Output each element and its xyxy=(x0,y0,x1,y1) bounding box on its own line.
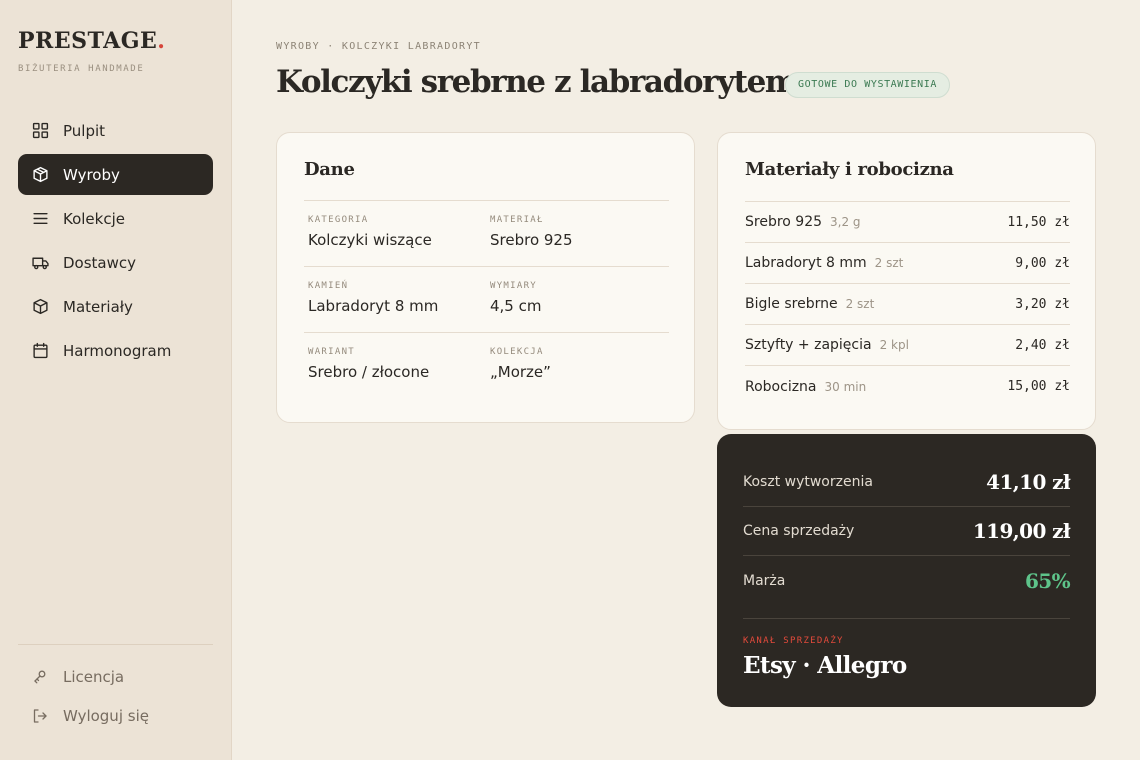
material-qty: 30 min xyxy=(824,379,867,394)
material-price: 3,20 zł xyxy=(1015,296,1070,312)
details-card-title: Dane xyxy=(304,159,355,180)
calendar-icon xyxy=(33,342,48,359)
summary-row-margin: Marża 65% xyxy=(743,556,1071,605)
detail-material: MATERIAŁ Srebro 925 xyxy=(486,201,668,266)
summary-value: 119,00 zł xyxy=(972,519,1071,543)
channel-value: Etsy · Allegro xyxy=(743,652,907,679)
sidebar-item-licencja[interactable]: Licencja xyxy=(18,658,213,696)
detail-kolekcja: KOLEKCJA „Morze” xyxy=(486,333,668,399)
material-price: 9,00 zł xyxy=(1015,255,1070,271)
detail-label: KOLEKCJA xyxy=(490,347,544,357)
material-price: 15,00 zł xyxy=(1007,379,1070,394)
brand-logo[interactable]: PRESTAGE. xyxy=(18,28,165,54)
materials-card-title: Materiały i robocizna xyxy=(745,159,954,180)
sidebar-item-label: Kolekcje xyxy=(63,209,125,228)
list-item: Robocizna 30 min 15,00 zł xyxy=(745,366,1070,407)
package-icon xyxy=(33,166,48,183)
material-name: Robocizna xyxy=(745,378,817,395)
summary-label: Cena sprzedaży xyxy=(743,523,855,539)
list-item: Labradoryt 8 mm 2 szt 9,00 zł xyxy=(745,243,1070,284)
cube-icon xyxy=(33,298,48,315)
list-item: Srebro 925 3,2 g 11,50 zł xyxy=(745,202,1070,243)
summary-value: 41,10 zł xyxy=(986,470,1070,494)
sidebar-item-label: Licencja xyxy=(63,668,125,686)
summary-divider xyxy=(743,618,1070,619)
summary-label: Marża xyxy=(743,572,786,589)
material-name-cell: Labradoryt 8 mm 2 szt xyxy=(745,255,903,271)
sidebar-item-pulpit[interactable]: Pulpit xyxy=(18,110,213,151)
material-name-cell: Robocizna 30 min xyxy=(745,379,866,395)
detail-value: Srebro 925 xyxy=(490,231,573,249)
material-name: Srebro 925 xyxy=(745,214,823,230)
summary-value: 65% xyxy=(1024,568,1071,593)
channel-label: KANAŁ SPRZEDAŻY xyxy=(743,636,844,646)
detail-kategoria: KATEGORIA Kolczyki wiszące xyxy=(304,201,486,266)
material-qty: 2 szt xyxy=(845,297,875,311)
detail-label: KAMIEŃ xyxy=(308,281,349,291)
sidebar-divider xyxy=(18,644,213,645)
grid-icon xyxy=(32,122,49,139)
detail-label: WYMIARY xyxy=(490,281,538,291)
status-badge: GOTOWE DO WYSTAWIENIA xyxy=(785,72,951,98)
sidebar-item-label: Dostawcy xyxy=(63,253,137,272)
breadcrumb[interactable]: WYROBY · KOLCZYKI LABRADORYT xyxy=(276,41,481,52)
material-price: 11,50 zł xyxy=(1007,214,1070,230)
material-name: Bigle srebrne xyxy=(745,296,838,312)
material-name-cell: Sztyfty + zapięcia 2 kpl xyxy=(745,337,909,353)
sidebar-item-dostawcy[interactable]: Dostawcy xyxy=(18,242,213,283)
sidebar-item-label: Wyroby xyxy=(63,165,120,184)
detail-value: Srebro / złocone xyxy=(308,363,430,381)
detail-label: WARIANT xyxy=(308,347,356,357)
details-card: Dane KATEGORIA Kolczyki wiszące MATERIAŁ… xyxy=(276,132,695,423)
summary-row-cost: Koszt wytworzenia 41,10 zł xyxy=(743,458,1071,507)
brand-subtitle: BIŻUTERIA HANDMADE xyxy=(18,64,145,74)
material-price: 2,40 zł xyxy=(1015,337,1070,353)
sidebar-item-label: Harmonogram xyxy=(63,341,172,360)
material-name: Sztyfty + zapięcia xyxy=(745,337,872,353)
truck-icon xyxy=(32,257,49,270)
sidebar-item-label: Pulpit xyxy=(63,121,106,140)
materials-list: Srebro 925 3,2 g 11,50 zł Labradoryt 8 mm… xyxy=(745,201,1070,407)
detail-label: MATERIAŁ xyxy=(490,215,544,225)
sidebar-item-label: Materiały xyxy=(63,297,133,316)
page-title: Kolczyki srebrne z labradorytem xyxy=(276,64,798,100)
materials-card: Materiały i robocizna Srebro 925 3,2 g 11… xyxy=(717,132,1096,430)
material-qty: 2 szt xyxy=(874,256,904,270)
sidebar-item-harmonogram[interactable]: Harmonogram xyxy=(18,330,213,371)
list-item: Sztyfty + zapięcia 2 kpl 2,40 zł xyxy=(745,325,1070,366)
summary-row-price: Cena sprzedaży 119,00 zł xyxy=(743,507,1071,556)
logout-icon xyxy=(33,709,47,723)
sidebar-item-materialy[interactable]: Materiały xyxy=(18,286,213,327)
sidebar-item-label: Wyloguj się xyxy=(63,707,149,725)
key-icon xyxy=(34,670,46,684)
detail-value: „Morze” xyxy=(490,363,551,381)
cost-summary-card: Koszt wytworzenia 41,10 zł Cena sprzedaż… xyxy=(717,434,1096,707)
logout-button[interactable]: Wyloguj się xyxy=(18,697,213,735)
bottom-nav: Licencja Wyloguj się xyxy=(18,658,213,736)
detail-wymiary: WYMIARY 4,5 cm xyxy=(486,267,668,332)
detail-wariant: WARIANT Srebro / złocone xyxy=(304,333,486,399)
main-nav: Pulpit Wyroby Kolekcje Dostawcy Materiał… xyxy=(18,110,213,374)
details-grid: KATEGORIA Kolczyki wiszące MATERIAŁ Sreb… xyxy=(304,200,669,399)
material-name-cell: Srebro 925 3,2 g xyxy=(745,214,861,230)
detail-label: KATEGORIA xyxy=(308,215,369,225)
material-name: Labradoryt 8 mm xyxy=(745,255,867,271)
detail-value: Kolczyki wiszące xyxy=(308,231,432,249)
details-row: KATEGORIA Kolczyki wiszące MATERIAŁ Sreb… xyxy=(304,201,669,267)
list-item: Bigle srebrne 2 szt 3,20 zł xyxy=(745,284,1070,325)
summary-label: Koszt wytworzenia xyxy=(743,474,873,490)
material-name-cell: Bigle srebrne 2 szt xyxy=(745,296,874,312)
material-qty: 2 kpl xyxy=(879,338,909,352)
sidebar: PRESTAGE. BIŻUTERIA HANDMADE Pulpit Wyro… xyxy=(0,0,232,760)
list-icon xyxy=(33,213,48,224)
details-row: WARIANT Srebro / złocone KOLEKCJA „Morze… xyxy=(304,333,669,399)
detail-kamien: KAMIEŃ Labradoryt 8 mm xyxy=(304,267,486,332)
material-qty: 3,2 g xyxy=(830,215,861,229)
detail-value: Labradoryt 8 mm xyxy=(308,297,439,315)
details-row: KAMIEŃ Labradoryt 8 mm WYMIARY 4,5 cm xyxy=(304,267,669,333)
summary-list: Koszt wytworzenia 41,10 zł Cena sprzedaż… xyxy=(743,458,1071,605)
sidebar-item-kolekcje[interactable]: Kolekcje xyxy=(18,198,213,239)
detail-value: 4,5 cm xyxy=(490,297,542,315)
sidebar-item-wyroby[interactable]: Wyroby xyxy=(18,154,213,195)
